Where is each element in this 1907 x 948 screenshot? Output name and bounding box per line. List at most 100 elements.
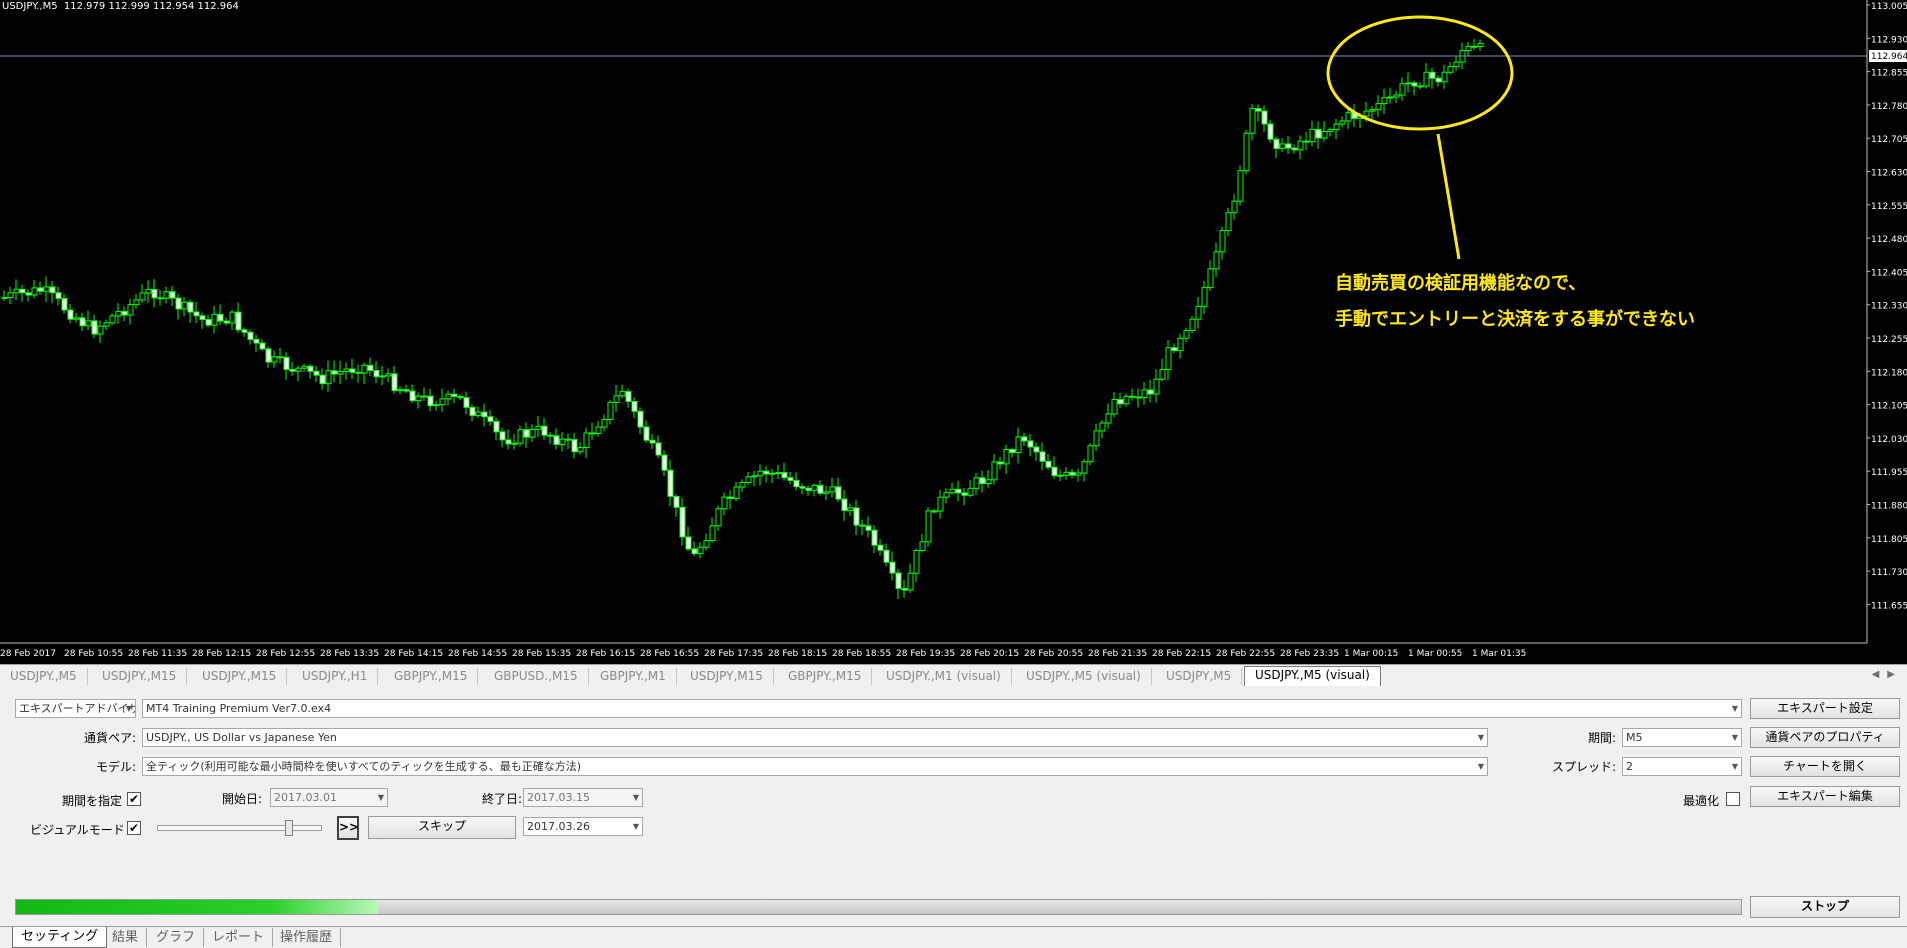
visual-mode-checkbox[interactable]: ✔ [127,821,141,835]
candle-body [1081,461,1088,474]
visual-speed-slider[interactable] [157,825,322,831]
skip-button[interactable]: スキップ [368,816,516,839]
candle-body [1111,399,1118,415]
candle-body [361,364,368,374]
skip-date-picker[interactable]: 2017.03.26 ▼ [523,817,643,836]
annotation-line-2: 手動でエントリーと決済をする事ができない [1335,309,1695,330]
candle-body [991,461,998,481]
candle-body [1027,440,1034,448]
candle-body [283,356,290,371]
chart-tab[interactable]: USDJPY.,M15 [92,668,188,685]
chart-tab-active[interactable]: USDJPY.,M5 (visual) [1244,666,1381,686]
expert-select[interactable]: MT4 Training Premium Ver7.0.ex4 ▼ [142,699,1742,718]
candle-body [715,508,722,527]
chart-tab[interactable]: USDJPY.,M1 (visual) [876,668,1012,685]
candle-body [655,442,662,456]
candle-body [1009,448,1016,454]
candle-body [331,370,338,375]
candle-body [421,395,428,398]
candle-body [823,491,830,494]
to-date-picker[interactable]: 2017.03.15 ▼ [523,788,643,807]
chevron-down-icon: ▼ [125,704,132,713]
candle-body [1135,396,1142,399]
candle-body [667,469,674,497]
open-chart-button[interactable]: チャートを開く [1750,756,1900,777]
candle-body [1279,143,1286,150]
candle-body [265,348,272,363]
chart-tab[interactable]: GBPJPY.,M15 [384,668,479,685]
candle-body [625,391,632,402]
optimize-checkbox[interactable] [1726,792,1740,806]
candle-body [937,496,944,512]
tab-journal[interactable]: 操作履歴 [272,928,342,947]
symbol-info: USDJPY.,M5 112.979 112.999 112.954 112.9… [2,1,239,12]
candle-body [601,418,608,428]
candle-body [397,389,404,392]
chevron-down-icon: ▼ [1731,704,1738,713]
candle-body [559,438,566,445]
candle-body [223,320,230,324]
chart-tab[interactable]: USDJPY.,H1 [292,668,379,685]
tab-results[interactable]: 結果 [104,928,148,947]
expert-settings-button[interactable]: エキスパート設定 [1750,698,1900,719]
candle-body [1363,110,1370,117]
edit-expert-button[interactable]: エキスパート編集 [1750,786,1900,807]
time-tick-label: 28 Feb 14:55 [448,649,507,659]
candle-body [1051,466,1058,477]
calendar-dropdown-icon: ▼ [632,793,639,802]
price-tick-label: 111.805 [1871,535,1907,545]
tab-report[interactable]: レポート [204,928,274,947]
model-select[interactable]: 全ティック(利用可能な最小時間枠を使いすべてのティックを生成する、最も正確な方法… [142,757,1488,776]
chart-tab[interactable]: GBPUSD.,M15 [484,668,589,685]
tester-type-select[interactable]: エキスパートアドバイザ ▼ [15,699,136,718]
candle-body [1105,413,1112,424]
candle-body [817,484,824,494]
visual-speed-thumb[interactable] [285,820,293,836]
chart-tab[interactable]: USDJPY.,M5 (visual) [1016,668,1152,685]
candle-body [1369,109,1376,112]
skip-arrow-button[interactable]: >> [337,816,359,840]
candle-body [679,506,686,538]
candle-body [919,541,926,552]
symbol-select[interactable]: USDJPY., US Dollar vs Japanese Yen ▼ [142,728,1488,747]
tab-graph[interactable]: グラフ [148,928,205,947]
period-select[interactable]: M5 ▼ [1622,728,1742,747]
candle-body [883,549,890,563]
candle-body [1147,389,1154,395]
candle-body [1201,287,1208,307]
candle-body [247,331,254,340]
chart-window[interactable]: 113.005 112.930 112.855 112.780 112.705 112.6… [0,0,1907,664]
candle-body [541,425,548,436]
spread-select[interactable]: 2 ▼ [1622,757,1742,776]
tab-settings[interactable]: セッティング [12,927,108,948]
from-date-picker[interactable]: 2017.03.01 ▼ [270,788,388,807]
candle-body [529,428,536,438]
candle-body [415,395,422,402]
time-tick-label: 28 Feb 12:55 [256,649,315,659]
chart-tab[interactable]: GBPJPY.,M15 [778,668,873,685]
candle-body [1309,128,1316,143]
time-tick-label: 28 Feb 2017 [0,649,56,659]
chart-tab[interactable]: USDJPY.,M15 [192,668,288,685]
candle-body [385,373,392,377]
chevron-down-icon: ▼ [1477,733,1484,742]
candle-body [595,426,602,435]
chart-tab[interactable]: USDJPY,M5 [1156,668,1243,685]
stop-button[interactable]: ストップ [1750,896,1900,918]
use-date-checkbox[interactable]: ✔ [127,792,141,806]
candle-body [157,297,164,300]
from-date-label: 開始日: [221,792,262,806]
candle-body [31,287,38,296]
candle-body [949,488,956,494]
chart-tab[interactable]: USDJPY.,M5 [0,668,88,685]
chart-tab[interactable]: GBPJPY.,M1 [590,668,677,685]
candle-body [1087,445,1094,463]
candle-body [1381,97,1388,105]
candle-body [1183,329,1190,339]
symbol-properties-button[interactable]: 通貨ペアのプロパティ [1750,727,1900,748]
tab-scroll-arrows[interactable]: ◀▶ [1872,669,1903,680]
price-tick-label: 112.405 [1871,268,1907,278]
chart-tab[interactable]: USDJPY,M15 [680,668,774,685]
candle-body [295,367,302,372]
candle-body [931,510,938,513]
